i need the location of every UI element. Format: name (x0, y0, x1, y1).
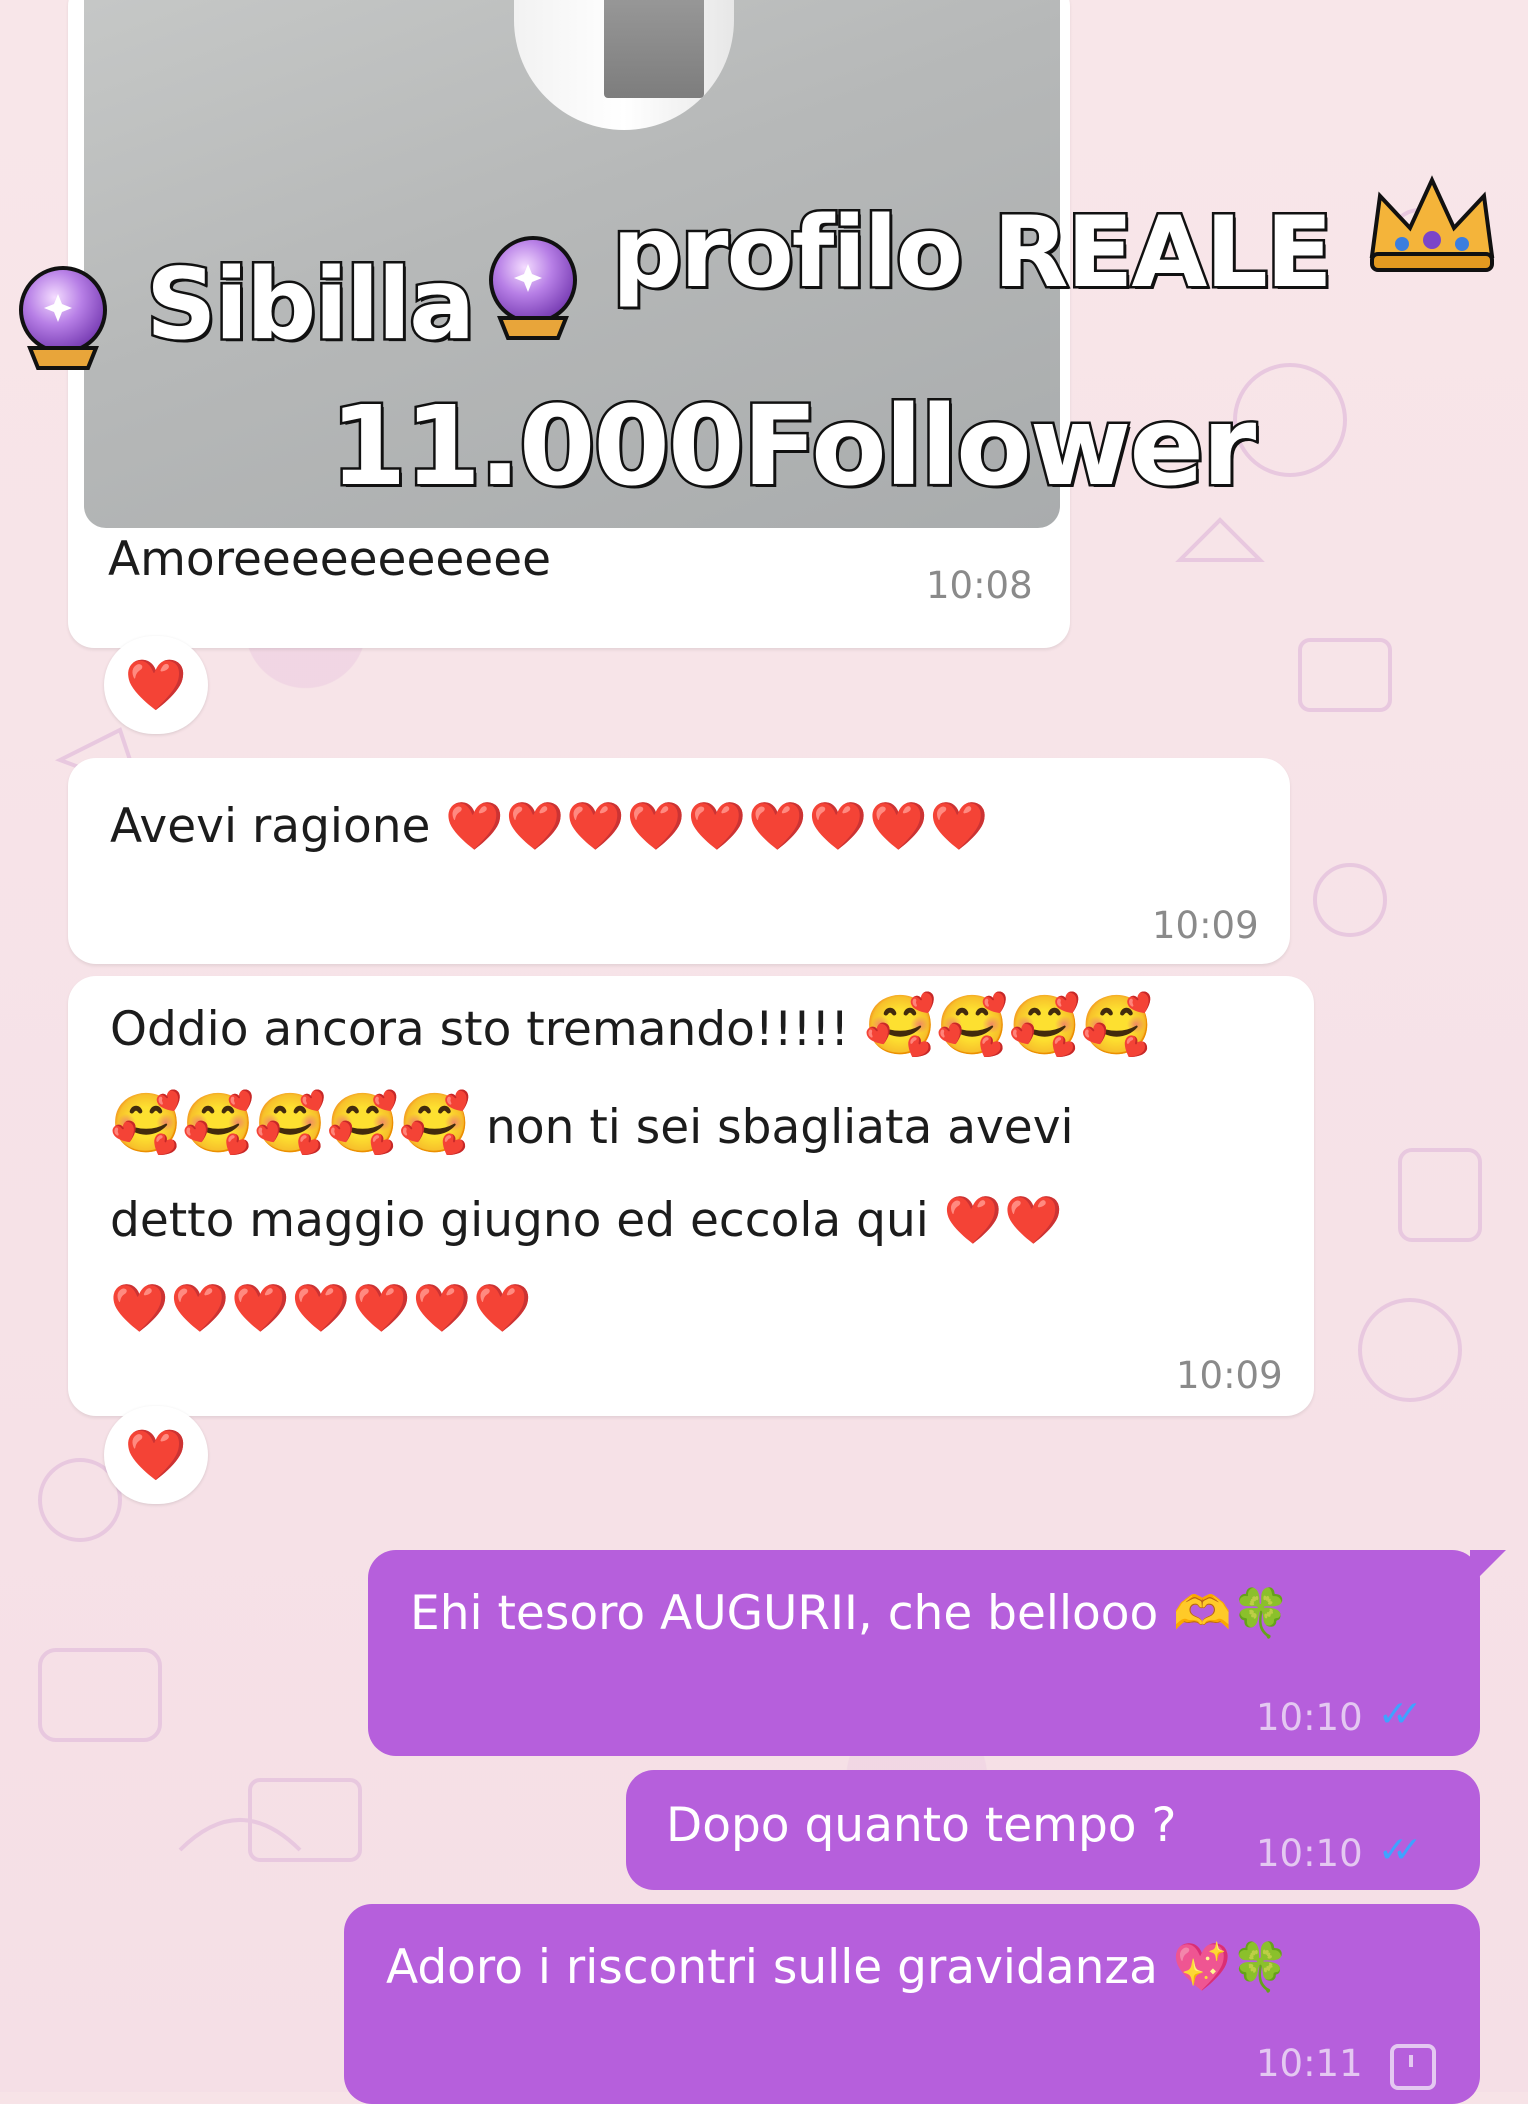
heart-reaction[interactable]: ❤️ (104, 1406, 208, 1504)
message-text: Avevi ragione ❤️❤️❤️❤️❤️❤️❤️❤️❤️ (110, 778, 990, 876)
message-text-content: Adoro i riscontri sulle gravidanza (386, 1940, 1158, 1995)
smiling-hearts-emoji: 🥰🥰🥰🥰🥰 (110, 1089, 472, 1157)
heart-hands-clover-emoji: 🫶🍀 (1173, 1586, 1291, 1641)
test-result-window (604, 0, 704, 98)
hearts-emoji: ❤️❤️❤️❤️❤️❤️❤️❤️❤️ (445, 799, 991, 854)
message-time: 10:09 (1152, 904, 1259, 947)
message-time: 10:11 (1256, 2042, 1363, 2085)
outgoing-message-bubble[interactable]: Ehi tesoro AUGURII, che bellooo 🫶🍀 10:10… (368, 1550, 1480, 1756)
message-time: 10:10 (1256, 1696, 1363, 1739)
hearts-emoji: ❤️❤️ (943, 1193, 1065, 1248)
clock-icon (1390, 2044, 1436, 2090)
crystal-ball-icon (19, 266, 107, 370)
message-line-2: 🥰🥰🥰🥰🥰 non ti sei sbagliata avevi (110, 1074, 1074, 1177)
sparkling-heart-clover-emoji: 💖🍀 (1172, 1940, 1290, 1995)
outgoing-message-bubble[interactable]: Dopo quanto tempo ? 10:10 ✓✓ (626, 1770, 1480, 1890)
message-time: 10:09 (1176, 1354, 1283, 1397)
crystal-ball-icon (489, 236, 577, 340)
photo-caption: Amoreeeeeeeeeee (108, 532, 552, 587)
message-line-1: Oddio ancora sto tremando!!!!! 🥰🥰🥰🥰 (110, 976, 1153, 1079)
outgoing-message-bubble[interactable]: Adoro i riscontri sulle gravidanza 💖🍀 10… (344, 1904, 1480, 2104)
incoming-message-bubble[interactable]: Oddio ancora sto tremando!!!!! 🥰🥰🥰🥰 🥰🥰🥰🥰… (68, 976, 1314, 1416)
hearts-emoji: ❤️❤️❤️❤️❤️❤️❤️ (110, 1281, 534, 1336)
overlay-follower-count: 11.000Follower (327, 380, 1258, 513)
heart-reaction[interactable]: ❤️ (104, 636, 208, 734)
message-text-content: Avevi ragione (110, 799, 431, 854)
message-text: Dopo quanto tempo ? (666, 1798, 1177, 1853)
overlay-title-suffix: profilo REALE (610, 194, 1336, 313)
smiling-hearts-emoji: 🥰🥰🥰🥰 (864, 991, 1153, 1059)
message-text-content: Oddio ancora sto tremando!!!!! (110, 1002, 850, 1057)
message-text-content: non ti sei sbagliata avevi (486, 1100, 1074, 1155)
message-time: 10:10 (1256, 1832, 1363, 1875)
double-check-icon: ✓✓ (1378, 1694, 1423, 1735)
incoming-message-bubble[interactable]: Avevi ragione ❤️❤️❤️❤️❤️❤️❤️❤️❤️ 10:09 (68, 758, 1290, 964)
double-check-icon: ✓✓ (1378, 1830, 1423, 1871)
message-line-4: ❤️❤️❤️❤️❤️❤️❤️ (110, 1260, 534, 1358)
message-text: Adoro i riscontri sulle gravidanza 💖🍀 (386, 1940, 1290, 1995)
message-text-content: detto maggio giugno ed eccola qui (110, 1193, 929, 1248)
message-text: Ehi tesoro AUGURII, che bellooo 🫶🍀 (410, 1586, 1290, 1641)
message-line-3: detto maggio giugno ed eccola qui ❤️❤️ (110, 1172, 1065, 1270)
message-time: 10:08 (926, 564, 1033, 607)
bubble-tail (1470, 1550, 1506, 1586)
overlay-title-name: Sibilla (143, 246, 477, 365)
crown-icon (1369, 175, 1495, 272)
message-text-content: Ehi tesoro AUGURII, che bellooo (410, 1586, 1159, 1641)
